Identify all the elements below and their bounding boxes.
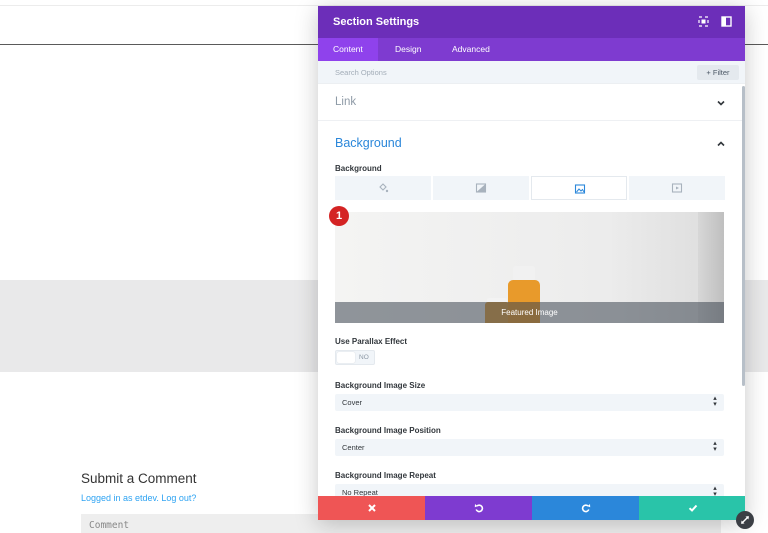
chevron-up-icon[interactable] <box>717 140 725 148</box>
chevron-down-icon <box>717 100 725 106</box>
image-size-value: Cover <box>342 398 363 407</box>
comment-placeholder: Comment <box>89 520 130 531</box>
tab-design[interactable]: Design <box>380 38 436 61</box>
video-icon <box>671 183 683 193</box>
image-jar-cap <box>513 266 535 281</box>
bg-tab-video[interactable] <box>629 176 725 200</box>
color-fill-icon <box>379 183 389 193</box>
background-type-tabs <box>335 176 725 200</box>
select-arrows-icon: ▴ ▾ <box>713 395 717 408</box>
background-field-label: Background <box>335 164 382 173</box>
resize-arrows-icon <box>741 516 749 524</box>
parallax-toggle-value: NO <box>359 354 369 361</box>
select-arrows-icon: ▴ ▾ <box>713 440 717 453</box>
search-options-input[interactable]: Search Options <box>335 68 387 77</box>
panel-title: Section Settings <box>333 16 420 28</box>
save-button[interactable] <box>639 496 745 520</box>
parallax-label: Use Parallax Effect <box>335 337 408 346</box>
image-repeat-label: Background Image Repeat <box>335 471 436 480</box>
bg-tab-image[interactable] <box>531 176 627 200</box>
image-size-select[interactable]: Cover ▴ ▾ <box>335 394 724 411</box>
select-arrows-icon: ▴ ▾ <box>713 485 717 496</box>
expand-icon[interactable] <box>698 16 709 27</box>
image-repeat-select[interactable]: No Repeat ▴ ▾ <box>335 484 724 496</box>
featured-image-label: Featured Image <box>501 308 558 317</box>
split-view-icon[interactable] <box>721 16 732 27</box>
undo-button[interactable] <box>425 496 532 520</box>
close-icon <box>367 504 376 512</box>
background-section-title[interactable]: Background <box>335 136 402 150</box>
logged-in-link[interactable]: Logged in as etdev. Log out? <box>81 493 196 503</box>
panel-footer <box>318 496 745 520</box>
bg-tab-color[interactable] <box>335 176 431 200</box>
bg-tab-gradient[interactable] <box>433 176 529 200</box>
image-repeat-value: No Repeat <box>342 488 378 496</box>
toggle-knob <box>337 352 355 363</box>
comment-title: Submit a Comment <box>81 471 197 486</box>
panel-tabs: Content Design Advanced <box>318 38 745 61</box>
undo-icon <box>474 504 483 513</box>
section-settings-panel: Section Settings Content Design Advanced… <box>318 6 745 520</box>
step-badge: 1 <box>329 206 349 226</box>
panel-header[interactable]: Section Settings <box>318 6 745 38</box>
discard-button[interactable] <box>318 496 425 520</box>
image-position-select[interactable]: Center ▴ ▾ <box>335 439 724 456</box>
tab-advanced[interactable]: Advanced <box>437 38 505 61</box>
filter-button[interactable]: + Filter <box>697 65 739 80</box>
checkmark-icon <box>688 504 697 512</box>
panel-body: Link Background Background Featured Imag… <box>318 84 745 496</box>
page: Submit a Comment Logged in as etdev. Log… <box>0 0 768 533</box>
image-position-label: Background Image Position <box>335 426 441 435</box>
link-section-toggle[interactable]: Link <box>318 84 745 121</box>
image-icon <box>574 184 586 194</box>
image-size-label: Background Image Size <box>335 381 426 390</box>
link-section-title: Link <box>335 96 357 108</box>
redo-button[interactable] <box>532 496 639 520</box>
background-image-preview[interactable]: Featured Image <box>335 212 724 323</box>
tab-content[interactable]: Content <box>318 38 378 61</box>
parallax-toggle[interactable]: NO <box>335 350 375 365</box>
image-position-value: Center <box>342 443 365 452</box>
gradient-icon <box>475 183 487 193</box>
search-options-row: Search Options + Filter <box>318 61 745 84</box>
resize-handle[interactable] <box>736 511 754 529</box>
redo-icon <box>581 504 590 513</box>
panel-scrollbar[interactable] <box>742 86 745 386</box>
